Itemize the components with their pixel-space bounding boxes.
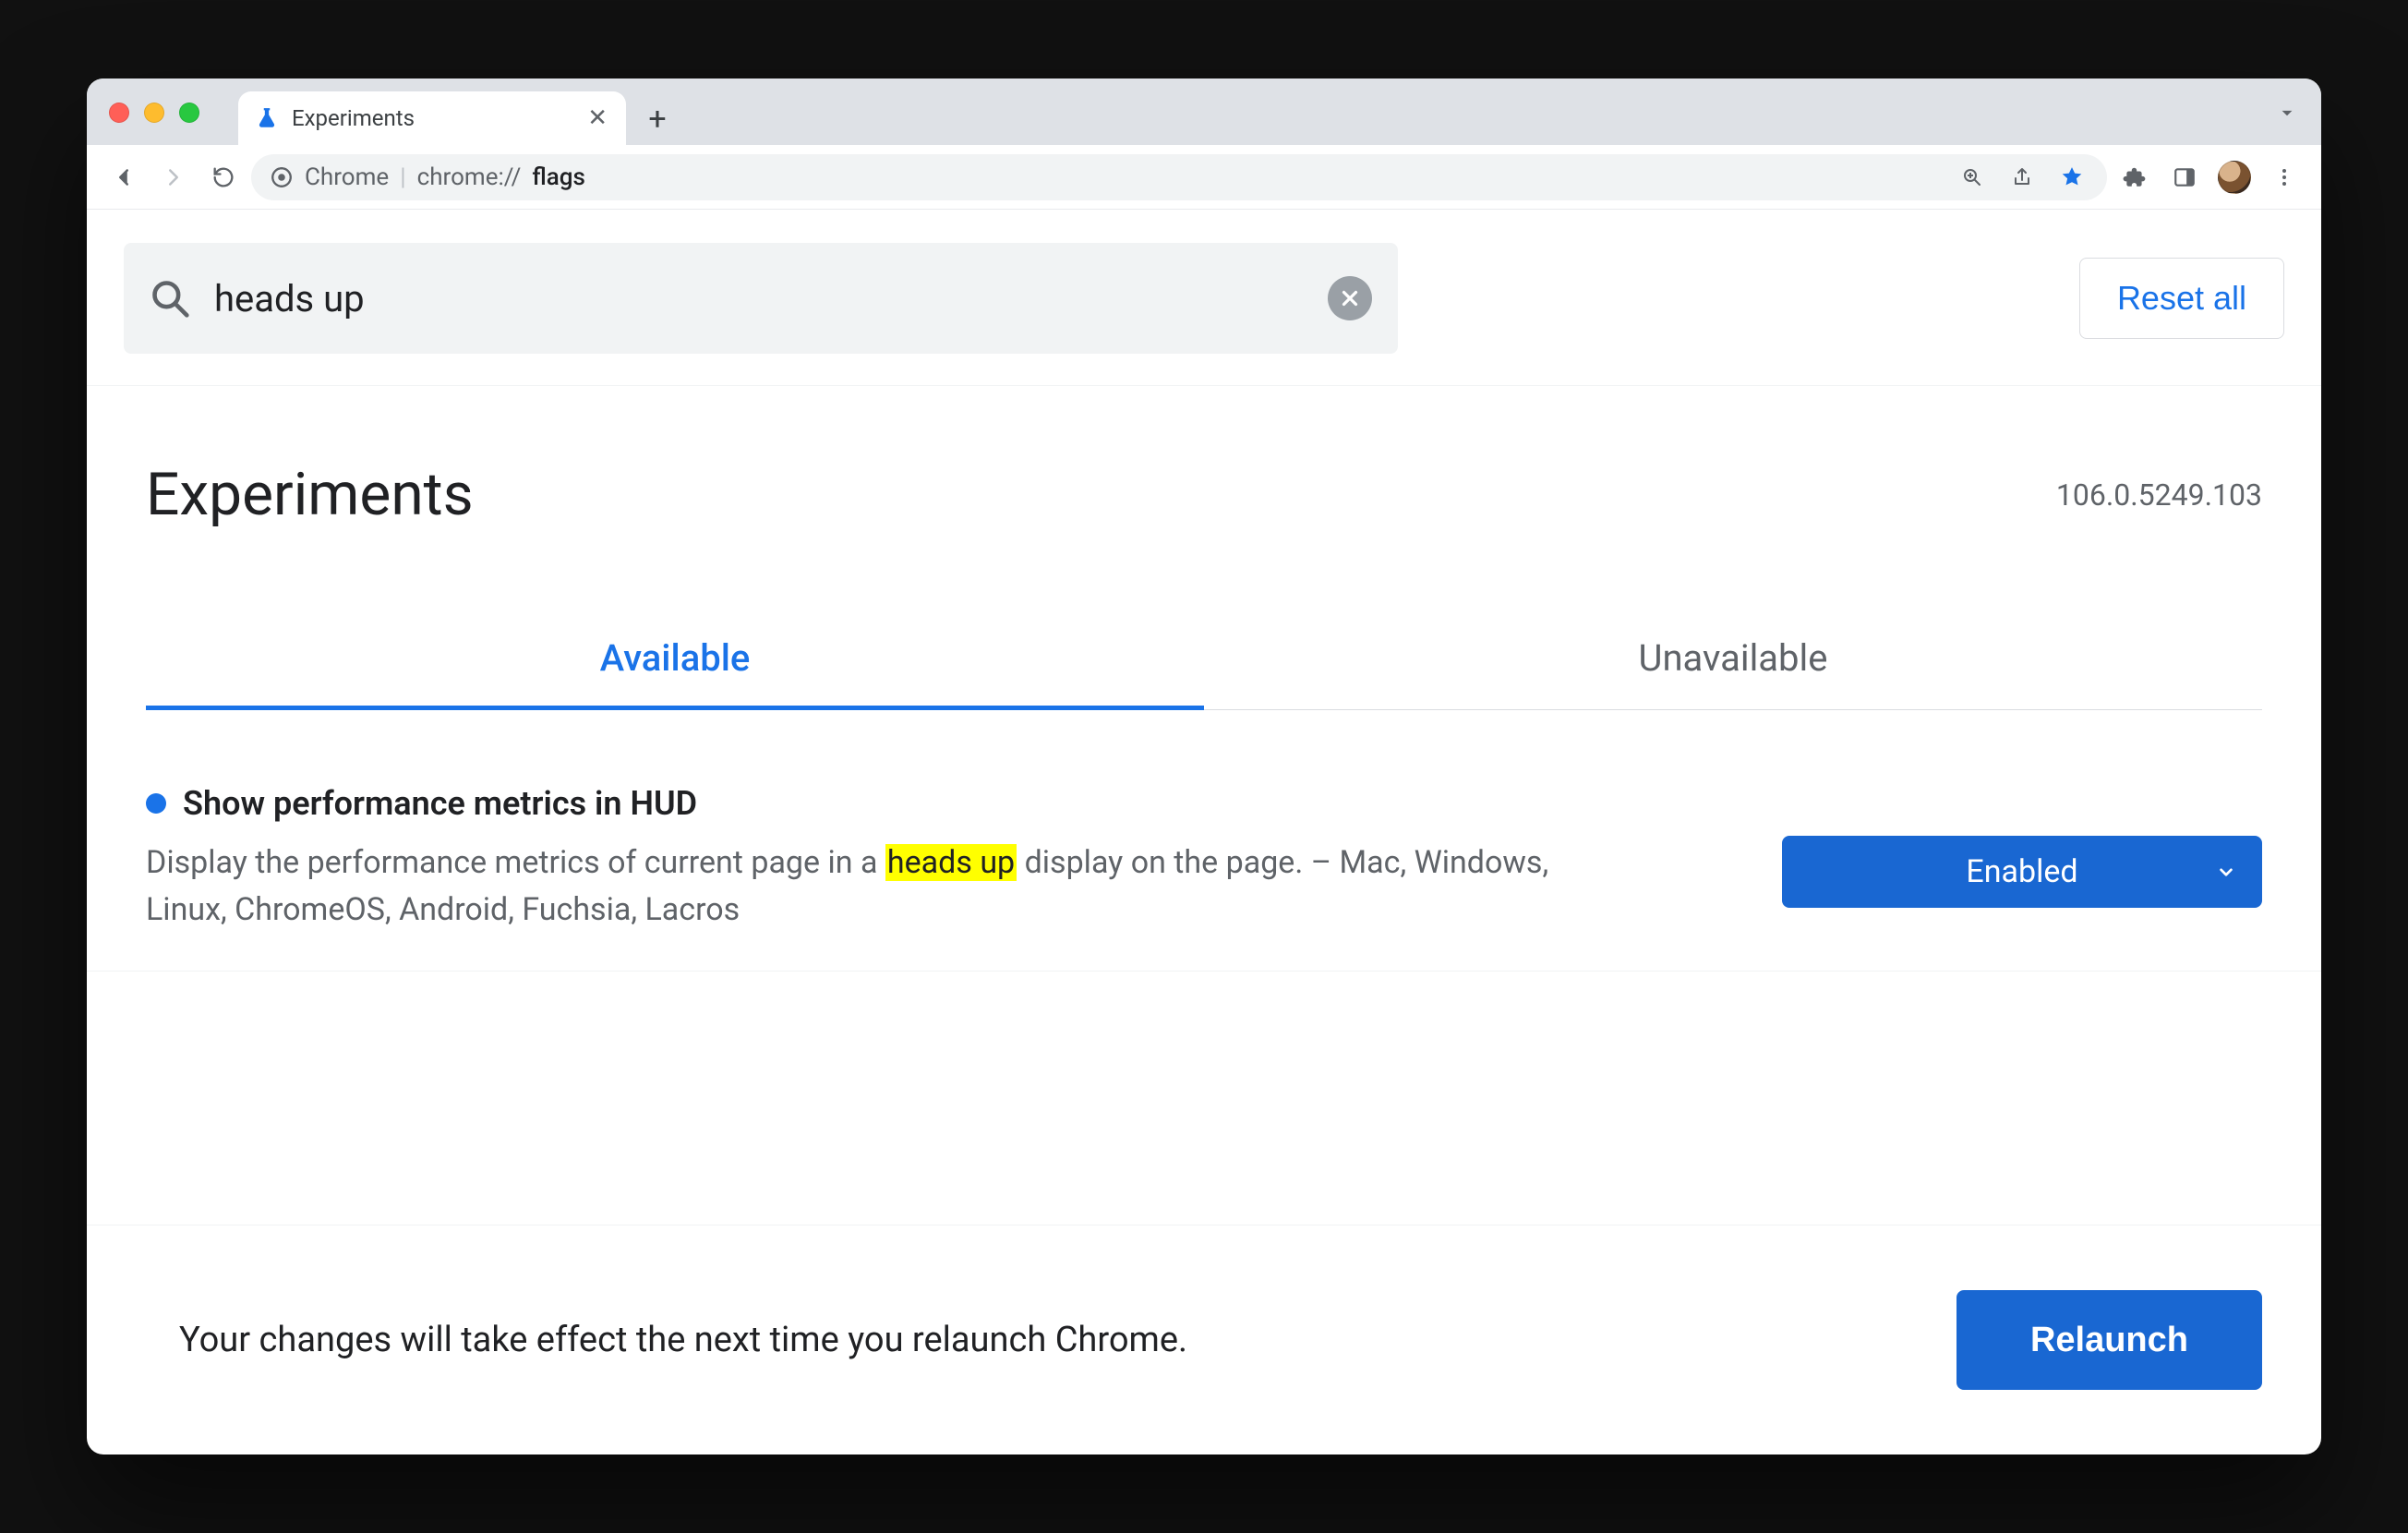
tab-available-label: Available bbox=[600, 636, 751, 680]
extensions-icon[interactable] bbox=[2113, 155, 2157, 199]
omnibox-separator: | bbox=[400, 163, 405, 191]
flag-desc-before: Display the performance metrics of curre… bbox=[146, 844, 885, 881]
relaunch-message: Your changes will take effect the next t… bbox=[179, 1320, 1187, 1360]
flag-description: Display the performance metrics of curre… bbox=[146, 839, 1586, 934]
omnibox-url-path: flags bbox=[532, 163, 585, 191]
flag-state-select[interactable]: Enabled bbox=[1782, 836, 2262, 908]
flag-title-row: Show performance metrics in HUD bbox=[146, 784, 1745, 823]
relaunch-button[interactable]: Relaunch bbox=[1956, 1290, 2262, 1390]
window-controls bbox=[109, 103, 199, 123]
omnibox-url-prefix: chrome:// bbox=[417, 163, 522, 191]
flag-search-box[interactable] bbox=[124, 243, 1398, 354]
new-tab-button[interactable]: + bbox=[635, 97, 680, 141]
flag-title: Show performance metrics in HUD bbox=[183, 784, 697, 823]
flag-item: Show performance metrics in HUD Display … bbox=[87, 710, 2321, 972]
flag-tabs: Available Unavailable bbox=[146, 612, 2262, 710]
browser-tab[interactable]: Experiments ✕ bbox=[238, 91, 626, 145]
close-tab-icon[interactable]: ✕ bbox=[587, 106, 608, 130]
flask-icon bbox=[255, 106, 279, 130]
site-settings-icon[interactable] bbox=[270, 165, 294, 189]
relaunch-bar: Your changes will take effect the next t… bbox=[87, 1225, 2321, 1455]
reset-all-button[interactable]: Reset all bbox=[2079, 258, 2284, 339]
minimize-window-button[interactable] bbox=[144, 103, 164, 123]
browser-window: Experiments ✕ + Chrome | chrome:// flags bbox=[87, 78, 2321, 1455]
flag-state-value: Enabled bbox=[1966, 853, 2077, 890]
chevron-down-icon bbox=[2214, 860, 2238, 884]
tab-available[interactable]: Available bbox=[146, 612, 1204, 710]
zoom-icon[interactable] bbox=[1956, 161, 1989, 194]
search-icon bbox=[150, 278, 190, 319]
browser-toolbar: Chrome | chrome:// flags bbox=[87, 145, 2321, 210]
kebab-menu-icon[interactable] bbox=[2262, 155, 2306, 199]
search-row: Reset all bbox=[87, 210, 2321, 386]
tab-title: Experiments bbox=[292, 105, 574, 131]
page-content: Reset all Experiments 106.0.5249.103 Ava… bbox=[87, 210, 2321, 1455]
page-header: Experiments 106.0.5249.103 bbox=[87, 386, 2321, 538]
close-window-button[interactable] bbox=[109, 103, 129, 123]
share-icon[interactable] bbox=[2005, 161, 2039, 194]
flag-text: Show performance metrics in HUD Display … bbox=[146, 784, 1745, 934]
side-panel-icon[interactable] bbox=[2162, 155, 2207, 199]
profile-avatar[interactable] bbox=[2212, 155, 2257, 199]
bookmark-star-icon[interactable] bbox=[2055, 161, 2089, 194]
back-icon[interactable] bbox=[102, 155, 146, 199]
omnibox-site-label: Chrome bbox=[305, 163, 389, 191]
omnibox[interactable]: Chrome | chrome:// flags bbox=[251, 154, 2107, 200]
forward-icon bbox=[151, 155, 196, 199]
tab-unavailable-label: Unavailable bbox=[1639, 636, 1828, 680]
reset-all-label: Reset all bbox=[2117, 279, 2246, 318]
tab-unavailable[interactable]: Unavailable bbox=[1204, 612, 2262, 710]
status-dot-icon bbox=[146, 793, 166, 814]
relaunch-button-label: Relaunch bbox=[2030, 1321, 2188, 1359]
omnibox-actions bbox=[1956, 161, 2089, 194]
version-text: 106.0.5249.103 bbox=[2056, 477, 2262, 513]
reload-icon[interactable] bbox=[201, 155, 246, 199]
clear-search-icon[interactable] bbox=[1328, 276, 1372, 320]
flag-search-input[interactable] bbox=[212, 276, 1306, 321]
page-title: Experiments bbox=[146, 460, 474, 529]
tab-list-chevron-icon[interactable] bbox=[2275, 101, 2299, 125]
titlebar: Experiments ✕ + bbox=[87, 78, 2321, 145]
maximize-window-button[interactable] bbox=[179, 103, 199, 123]
flag-desc-highlight: heads up bbox=[885, 844, 1017, 881]
